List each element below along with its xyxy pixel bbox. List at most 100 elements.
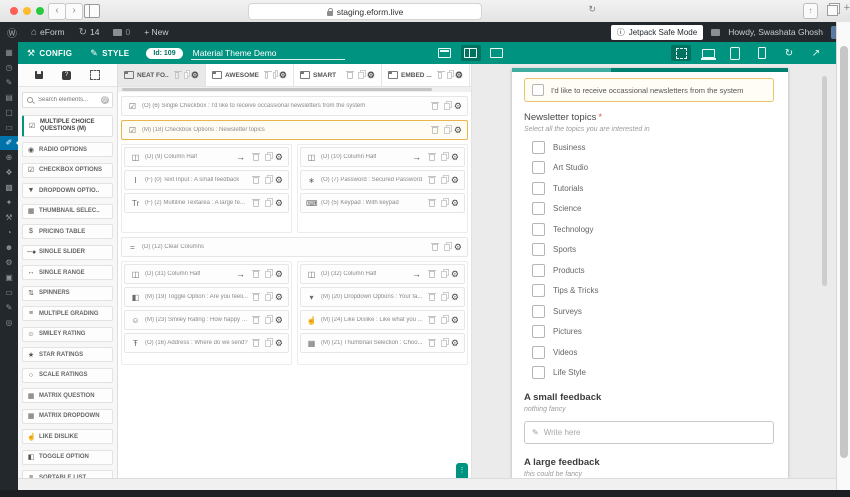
element-pricing-table[interactable]: $ PRICING TABLE — [22, 224, 113, 239]
checkbox[interactable] — [532, 181, 545, 195]
settings-gear-icon[interactable]: ⚙ — [275, 269, 283, 279]
duplicate-tab-icon[interactable] — [272, 71, 276, 79]
column-half-dropzone[interactable]: ◫ (D) (31) Column Half → ⚙ ◧ (M) (19) Toggle … — [121, 261, 292, 365]
responsive-full-button[interactable] — [671, 45, 691, 61]
delete-icon[interactable] — [427, 292, 436, 301]
checkbox[interactable] — [532, 304, 545, 318]
settings-gear-icon[interactable]: ⚙ — [454, 101, 462, 111]
delete-icon[interactable] — [251, 292, 260, 301]
topic-option[interactable]: Sports — [524, 243, 774, 256]
category-multiple-choice[interactable]: ☑ MULTIPLE CHOICE QUESTIONS (M) — [22, 115, 113, 137]
delete-tab-icon[interactable] — [173, 70, 182, 79]
settings-gear-icon[interactable]: ⚙ — [454, 242, 462, 252]
plugins-icon[interactable]: ✦ — [0, 196, 18, 210]
delete-icon[interactable] — [427, 175, 436, 184]
target-icon[interactable]: ◎ — [0, 316, 18, 330]
comments-icon[interactable]: ▭ — [0, 121, 18, 135]
builder-element-card[interactable]: ☑ (O) (6) Single Checkbox : I'd like to r… — [121, 96, 468, 116]
settings-gear-icon[interactable]: ⚙ — [451, 315, 459, 325]
duplicate-tab-icon[interactable] — [183, 71, 188, 79]
settings-gear-icon[interactable]: ⚙ — [275, 175, 283, 185]
checkbox[interactable] — [532, 161, 545, 174]
builder-element-card[interactable]: ▦ (M) (21) Thumbnail Selection : Choo... ⚙ — [300, 333, 465, 353]
duplicate-icon[interactable] — [264, 199, 271, 207]
delete-icon[interactable] — [427, 338, 436, 347]
settings-gear-icon[interactable]: ⚙ — [451, 338, 459, 348]
column-half-dropzone[interactable]: ◫ (D) (32) Column Half → ⚙ ▾ (M) (20) Dropdow… — [297, 261, 468, 365]
wp-logo-menu[interactable]: Ⓦ — [0, 22, 24, 42]
element-sortable-list[interactable]: ≡ SORTABLE LIST — [22, 470, 113, 478]
new-content-menu[interactable]: + New — [137, 22, 175, 42]
settings-gear-icon[interactable]: ⚙ — [454, 125, 462, 135]
address-bar[interactable]: staging.eform.live — [248, 3, 482, 20]
tabbar-scrollbar[interactable] — [118, 87, 471, 92]
forward-button[interactable]: › — [65, 3, 83, 20]
jetpack-safe-mode-badge[interactable]: ⓘ Jetpack Safe Mode — [610, 24, 704, 40]
checkbox[interactable] — [532, 84, 544, 96]
duplicate-icon[interactable] — [440, 153, 447, 161]
eform-icon[interactable]: ✐ — [0, 136, 19, 150]
comments-menu[interactable]: 0 — [106, 22, 137, 42]
topic-option[interactable]: Pictures — [524, 325, 774, 338]
howdy-account-menu[interactable]: Howdy, Swashata Ghosh — [728, 27, 823, 37]
delete-icon[interactable] — [427, 152, 436, 161]
element-checkbox-options[interactable]: ☑ CHECKBOX OPTIONS — [22, 162, 113, 178]
notification-icon[interactable] — [711, 28, 721, 36]
delete-icon[interactable] — [251, 338, 260, 347]
help-icon[interactable]: ? — [61, 70, 71, 80]
element-multiple-grading[interactable]: ≡ MULTIPLE GRADING — [22, 306, 113, 321]
builder-element-card[interactable]: Ŧ (O) (16) Address : Where do we send? ⚙ — [124, 333, 289, 353]
delete-icon[interactable] — [427, 198, 436, 207]
duplicate-icon[interactable] — [440, 199, 447, 207]
show-tabs-icon[interactable] — [827, 5, 838, 16]
topic-option[interactable]: Technology — [524, 222, 774, 236]
builder-element-card[interactable]: ∗ (O) (7) Password : Secured Password ⚙ — [300, 170, 465, 190]
scrollbar-thumb[interactable] — [122, 88, 432, 91]
enter-column-icon[interactable]: → — [412, 152, 421, 162]
column-half-dropzone[interactable]: ◫ (D) (9) Column Half → ⚙ I (F) (0) Text Inpu… — [121, 144, 292, 233]
checkbox[interactable] — [532, 284, 545, 297]
enter-column-icon[interactable]: → — [412, 269, 421, 279]
checkbox[interactable] — [532, 366, 545, 379]
refresh-preview-button[interactable]: ↻ — [779, 45, 799, 61]
column-half-dropzone[interactable]: ◫ (D) (10) Column Half → ⚙ ∗ (O) (7) Password… — [297, 144, 468, 233]
element-single-slider[interactable]: ─● SINGLE SLIDER — [22, 244, 113, 260]
back-button[interactable]: ‹ — [48, 3, 66, 20]
close-window-button[interactable] — [10, 7, 18, 15]
preview-scrollbar-thumb[interactable] — [822, 76, 827, 286]
new-tab-button[interactable]: + — [844, 2, 850, 14]
builder-element-card[interactable]: ☑ (M) (18) Checkbox Options : Newsletter … — [121, 120, 468, 140]
element-scale-ratings[interactable]: ○ SCALE RATINGS — [22, 367, 113, 383]
delete-icon[interactable] — [427, 269, 436, 278]
form-tab[interactable]: EMBED ... ⚙ — [382, 64, 470, 86]
jetpack-icon[interactable]: ◷ — [0, 61, 18, 75]
delete-icon[interactable] — [251, 269, 260, 278]
duplicate-icon[interactable] — [440, 270, 447, 278]
minimize-window-button[interactable] — [23, 7, 31, 15]
media-icon[interactable]: ▤ — [0, 91, 18, 105]
duplicate-icon[interactable] — [443, 126, 450, 134]
pencil-icon[interactable]: ✎ — [0, 301, 18, 315]
duplicate-icon[interactable] — [443, 243, 450, 251]
element-star-ratings[interactable]: ★ STAR RATINGS — [22, 347, 113, 362]
settings-gear-icon[interactable]: ⚙ — [275, 315, 283, 325]
dashboard-icon[interactable]: ▦ — [0, 46, 18, 60]
duplicate-tab-icon[interactable] — [357, 71, 364, 79]
phone-preview-button[interactable] — [752, 45, 772, 61]
zoom-window-button[interactable] — [36, 7, 44, 15]
topic-option[interactable]: Science — [524, 202, 774, 215]
element-dropdown-options[interactable]: ▼ DROPDOWN OPTIO.. — [22, 183, 113, 198]
sidebar-toggle-icon[interactable] — [84, 4, 100, 18]
form-tab[interactable]: AWESOME ⚙ — [206, 64, 294, 86]
delete-icon[interactable] — [430, 101, 439, 110]
tablet-preview-button[interactable] — [725, 45, 745, 61]
builder-element-card[interactable]: ◫ (D) (10) Column Half → ⚙ — [300, 147, 465, 167]
duplicate-icon[interactable] — [264, 270, 271, 278]
grid-icon[interactable]: ▣ — [0, 271, 18, 285]
page-scrollbar-thumb[interactable] — [839, 46, 848, 458]
tab-settings-gear-icon[interactable]: ⚙ — [191, 70, 199, 80]
users-icon[interactable]: ☻ — [0, 241, 18, 255]
wpml-icon[interactable]: ▩ — [0, 181, 18, 195]
open-external-button[interactable]: ↗ — [806, 45, 826, 61]
builder-element-card[interactable]: ◫ (D) (31) Column Half → ⚙ — [124, 264, 289, 284]
